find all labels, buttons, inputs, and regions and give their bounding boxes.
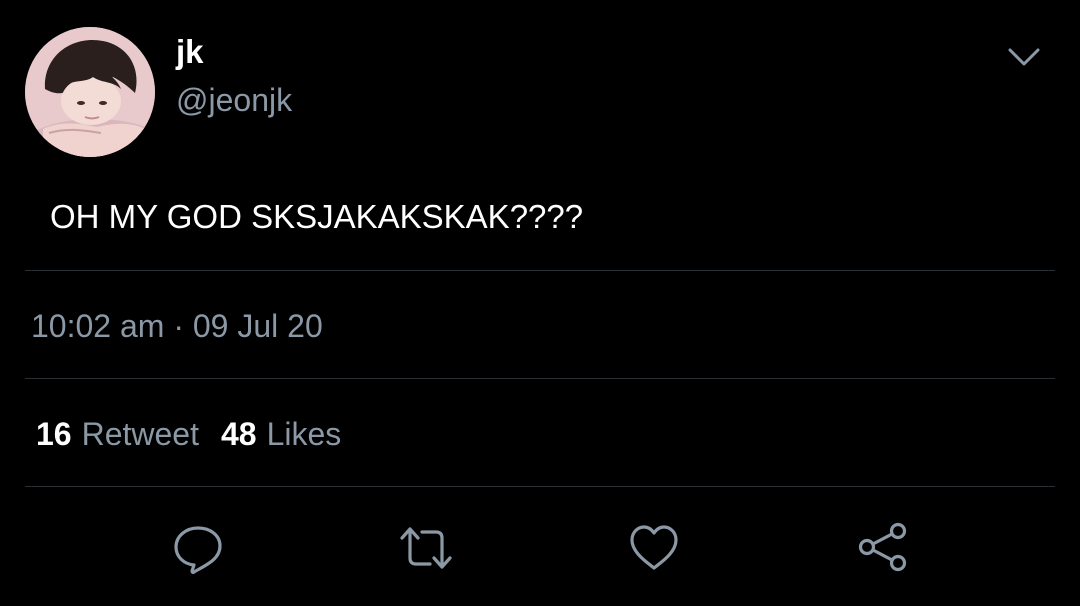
tweet-time: 10:02 am <box>31 308 165 344</box>
like-count: 48 <box>220 416 257 452</box>
like-button[interactable] <box>626 520 682 576</box>
like-icon <box>630 525 678 570</box>
tweet-text: OH MY GOD SKSJAKAKSKAK???? <box>50 198 584 235</box>
retweet-icon <box>400 527 452 569</box>
reply-icon <box>174 526 222 575</box>
tweet-timestamp[interactable]: 10:02 am · 09 Jul 20 <box>31 306 323 346</box>
divider <box>25 486 1055 487</box>
retweet-button[interactable] <box>398 520 454 576</box>
avatar[interactable] <box>25 27 155 157</box>
engagement-stats: 16 Retweet 48 Likes <box>36 414 363 454</box>
share-button[interactable] <box>855 520 911 576</box>
retweet-count: 16 <box>36 416 72 452</box>
display-name[interactable]: jk <box>176 32 204 72</box>
share-icon <box>858 522 907 572</box>
tweet-card: jk @jeonjk OH MY GOD SKSJAKAKSKAK???? 10… <box>0 0 1080 606</box>
profile-photo-icon <box>25 27 155 157</box>
retweet-stat[interactable]: 16 Retweet <box>36 416 221 452</box>
divider <box>25 270 1055 271</box>
timestamp-separator: · <box>173 308 184 344</box>
chevron-down-icon[interactable] <box>1004 38 1044 78</box>
retweet-label: Retweet <box>81 416 199 452</box>
divider <box>25 378 1055 379</box>
likes-stat[interactable]: 48 Likes <box>221 416 363 452</box>
tweet-date: 09 Jul 20 <box>192 308 323 344</box>
user-handle[interactable]: @jeonjk <box>176 80 292 120</box>
like-label: Likes <box>266 416 342 452</box>
reply-button[interactable] <box>170 520 226 576</box>
